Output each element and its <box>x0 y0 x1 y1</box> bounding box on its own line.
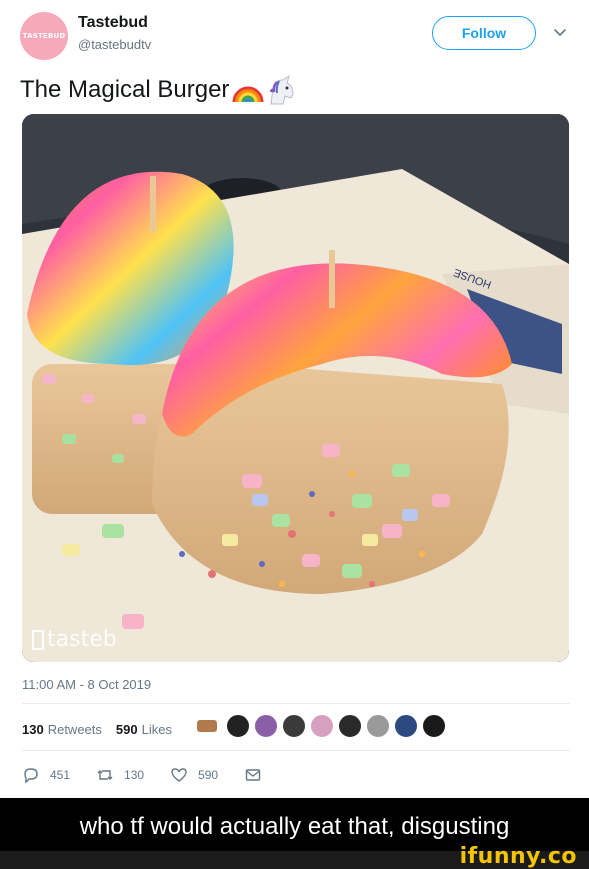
avatar[interactable]: TASTEBUD <box>20 12 68 60</box>
liker-avatar[interactable] <box>366 714 390 738</box>
tweet-card: TASTEBUD Tastebud @tastebudtv Follow The… <box>0 0 589 790</box>
liker-avatar[interactable] <box>196 719 218 733</box>
liker-avatar[interactable] <box>422 714 446 738</box>
unicorn-emoji-icon <box>270 74 294 105</box>
tweet-text: The Magical Burger <box>20 74 297 106</box>
tweet-media[interactable]: HOUSE tasteb <box>22 114 569 662</box>
tweet-timestamp[interactable]: 11:00 AM - 8 Oct 2019 <box>22 677 151 692</box>
tweet-actions: 451 130 590 <box>22 763 298 787</box>
divider-top <box>22 703 570 704</box>
display-name[interactable]: Tastebud <box>78 14 148 32</box>
divider-bottom <box>22 750 570 751</box>
reply-count: 451 <box>50 768 71 782</box>
liker-avatar[interactable] <box>394 714 418 738</box>
likes-count[interactable]: 590 <box>116 722 138 737</box>
chevron-down-icon[interactable] <box>552 24 568 40</box>
retweet-action[interactable]: 130 <box>96 766 144 784</box>
liker-avatar[interactable] <box>254 714 278 738</box>
liker-avatar[interactable] <box>282 714 306 738</box>
retweet-icon[interactable] <box>96 766 114 784</box>
message-action[interactable] <box>244 766 272 784</box>
retweet-count: 130 <box>124 768 145 782</box>
liker-avatar[interactable] <box>310 714 334 738</box>
follow-button[interactable]: Follow <box>432 16 536 50</box>
watermark-text: tasteb <box>47 627 117 652</box>
avatar-text: TASTEBUD <box>22 32 66 40</box>
likers-avatars <box>196 714 446 738</box>
media-watermark: tasteb <box>32 627 117 652</box>
engagement-stats: 130 Retweets 590 Likes <box>22 719 186 739</box>
retweets-count[interactable]: 130 <box>22 722 44 737</box>
reply-action[interactable]: 451 <box>22 766 70 784</box>
meme-caption: who tf would actually eat that, disgusti… <box>79 813 510 840</box>
watermark-logo-icon <box>32 629 44 650</box>
liker-avatar[interactable] <box>338 714 362 738</box>
like-action[interactable]: 590 <box>170 766 218 784</box>
heart-icon[interactable] <box>170 766 188 784</box>
liker-avatar[interactable] <box>226 714 250 738</box>
rainbow-emoji-icon <box>232 86 264 103</box>
user-handle[interactable]: @tastebudtv <box>78 37 151 52</box>
likes-label[interactable]: Likes <box>142 722 172 737</box>
envelope-icon[interactable] <box>244 766 262 784</box>
reply-icon[interactable] <box>22 766 40 784</box>
like-count: 590 <box>198 768 219 782</box>
burger-photo: HOUSE <box>22 114 569 662</box>
retweets-label[interactable]: Retweets <box>48 722 102 737</box>
tweet-body: The Magical Burger <box>20 76 230 103</box>
ifunny-logo: ifunny.co <box>459 844 577 869</box>
